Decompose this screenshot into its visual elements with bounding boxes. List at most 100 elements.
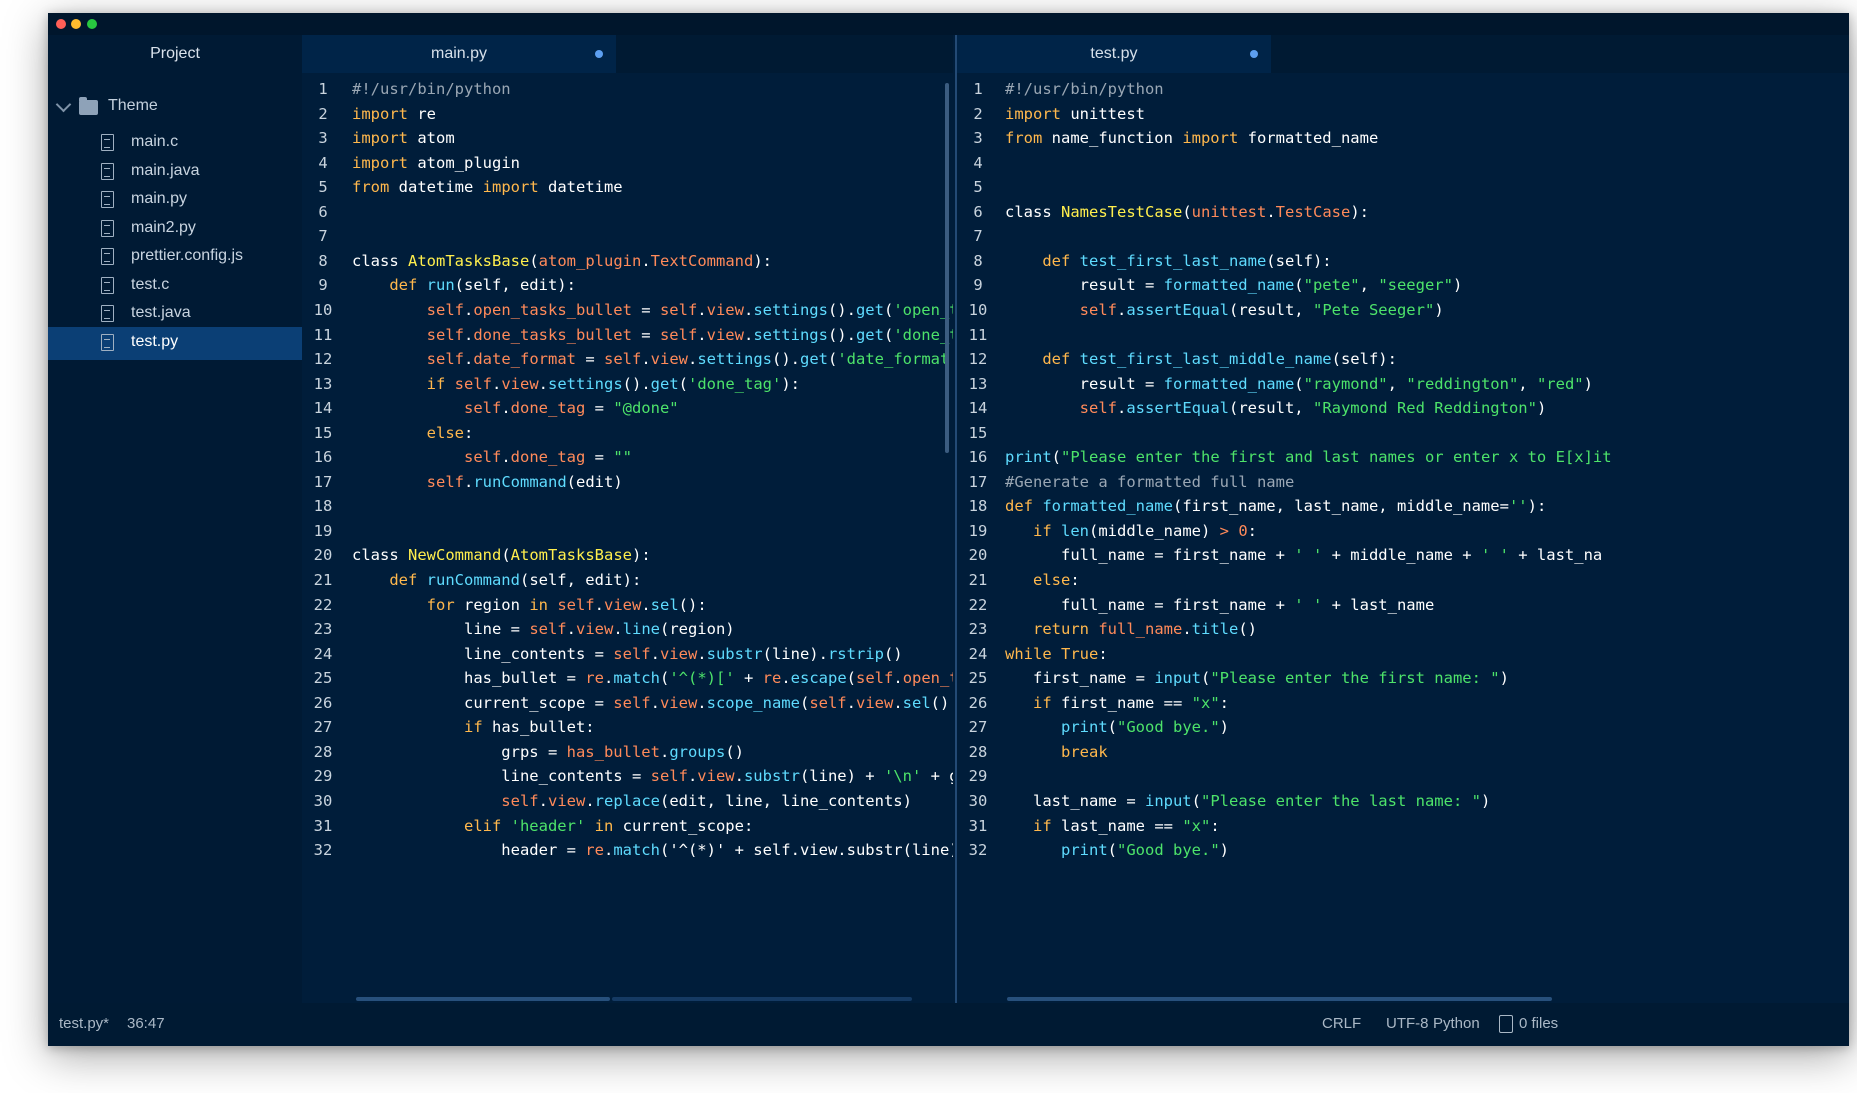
- code-line[interactable]: 20 class NewCommand(AtomTasksBase):: [302, 543, 953, 568]
- code-line[interactable]: 24 while True:: [957, 642, 1849, 667]
- code-line[interactable]: 17 #Generate a formatted full name: [957, 470, 1849, 495]
- horizontal-scrollbar[interactable]: [356, 997, 610, 1001]
- code-line[interactable]: 6 class NamesTestCase(unittest.TestCase):: [957, 200, 1849, 225]
- tab-main-py[interactable]: main.py: [302, 35, 616, 73]
- code-line[interactable]: 16 print("Please enter the first and last…: [957, 445, 1849, 470]
- code-line[interactable]: 18 def formatted_name(first_name, last_na…: [957, 494, 1849, 519]
- vertical-scrollbar[interactable]: [945, 83, 949, 453]
- code-line[interactable]: 32 print("Good bye."): [957, 838, 1849, 863]
- code-line[interactable]: 2 import unittest: [957, 102, 1849, 127]
- chevron-down-icon[interactable]: [55, 96, 72, 113]
- code-line[interactable]: 15: [957, 421, 1849, 446]
- code-line[interactable]: 23 line = self.view.line(region): [302, 617, 953, 642]
- status-encoding[interactable]: UTF-8: [1386, 1015, 1429, 1032]
- horizontal-scrollbar[interactable]: [1007, 997, 1552, 1001]
- code-line[interactable]: 17 self.runCommand(edit): [302, 470, 953, 495]
- code-line[interactable]: 13 if self.view.settings().get('done_tag…: [302, 372, 953, 397]
- tree-root-folder[interactable]: Theme: [48, 95, 302, 123]
- modified-indicator-icon[interactable]: [595, 50, 603, 58]
- code-line[interactable]: 3 from name_function import formatted_nam…: [957, 126, 1849, 151]
- editor-pane-left[interactable]: main.py 1 #!/usr/bin/python 2 import re 3 imp…: [302, 35, 953, 1003]
- tab-test-py[interactable]: test.py: [957, 35, 1271, 73]
- close-window-button[interactable]: [56, 19, 66, 29]
- status-file-name[interactable]: test.py*: [59, 1015, 109, 1032]
- code-line[interactable]: 11 self.done_tasks_bullet = self.view.se…: [302, 323, 953, 348]
- code-line[interactable]: 1 #!/usr/bin/python: [957, 77, 1849, 102]
- code-line[interactable]: 10 self.open_tasks_bullet = self.view.se…: [302, 298, 953, 323]
- code-line[interactable]: 22 for region in self.view.sel():: [302, 593, 953, 618]
- code-line[interactable]: 9 def run(self, edit):: [302, 273, 953, 298]
- code-line[interactable]: 13 result = formatted_name("raymond", "r…: [957, 372, 1849, 397]
- code-line[interactable]: 14 self.assertEqual(result, "Raymond Red…: [957, 396, 1849, 421]
- code-line[interactable]: 29 line_contents = self.view.substr(line…: [302, 764, 953, 789]
- code-line[interactable]: 18: [302, 494, 953, 519]
- code-line[interactable]: 20 full_name = first_name + ' ' + middle…: [957, 543, 1849, 568]
- code-line[interactable]: 19: [302, 519, 953, 544]
- code-line[interactable]: 6: [302, 200, 953, 225]
- code-line[interactable]: 25 first_name = input("Please enter the …: [957, 666, 1849, 691]
- code-line[interactable]: 3 import atom: [302, 126, 953, 151]
- code-token: atom_plugin: [408, 153, 520, 172]
- code-line[interactable]: 22 full_name = first_name + ' ' + last_n…: [957, 593, 1849, 618]
- code-line[interactable]: 9 result = formatted_name("pete", "seege…: [957, 273, 1849, 298]
- editor-pane-right[interactable]: test.py 1 #!/usr/bin/python 2 import unitte…: [955, 35, 1849, 1003]
- code-line[interactable]: 25 has_bullet = re.match('^(*)[' + re.es…: [302, 666, 953, 691]
- code-line[interactable]: 10 self.assertEqual(result, "Pete Seeger…: [957, 298, 1849, 323]
- maximize-window-button[interactable]: [87, 19, 97, 29]
- code-line[interactable]: 5: [957, 175, 1849, 200]
- code-line[interactable]: 12 def test_first_last_middle_name(self)…: [957, 347, 1849, 372]
- code-line[interactable]: 2 import re: [302, 102, 953, 127]
- code-token: self: [856, 669, 894, 688]
- code-line[interactable]: 24 line_contents = self.view.substr(line…: [302, 642, 953, 667]
- code-line[interactable]: 7: [302, 224, 953, 249]
- code-line[interactable]: 7: [957, 224, 1849, 249]
- code-line[interactable]: 28 grps = has_bullet.groups(): [302, 740, 953, 765]
- code-line[interactable]: 8 def test_first_last_name(self):: [957, 249, 1849, 274]
- code-line[interactable]: 31 elif 'header' in current_scope:: [302, 814, 953, 839]
- status-grammar[interactable]: Python: [1433, 1015, 1480, 1032]
- status-cursor-position[interactable]: 36:47: [127, 1015, 165, 1032]
- code-line[interactable]: 16 self.done_tag = "": [302, 445, 953, 470]
- code-line[interactable]: 26 if first_name == "x":: [957, 691, 1849, 716]
- code-line[interactable]: 29: [957, 764, 1849, 789]
- code-line[interactable]: 26 current_scope = self.view.scope_name(…: [302, 691, 953, 716]
- modified-indicator-icon[interactable]: [1250, 50, 1258, 58]
- code-line[interactable]: 8 class AtomTasksBase(atom_plugin.TextCom…: [302, 249, 953, 274]
- code-token: in: [529, 595, 558, 614]
- code-area[interactable]: 1 #!/usr/bin/python 2 import re 3 import atom…: [302, 77, 953, 1003]
- code-line[interactable]: 27 if has_bullet:: [302, 715, 953, 740]
- code-line[interactable]: 5 from datetime import datetime: [302, 175, 953, 200]
- code-token: ,: [1387, 374, 1407, 393]
- code-line[interactable]: 32 header = re.match('^(*)' + self.view.…: [302, 838, 953, 863]
- code-token: :: [463, 423, 474, 442]
- code-line[interactable]: 28 break: [957, 740, 1849, 765]
- code-line[interactable]: 12 self.date_format = self.view.settings…: [302, 347, 953, 372]
- git-files-icon[interactable]: [1499, 1015, 1513, 1033]
- code-token: self: [352, 791, 539, 810]
- code-token: self: [529, 620, 567, 639]
- line-text: def run(self, edit):: [352, 273, 576, 298]
- status-line-ending[interactable]: CRLF: [1322, 1015, 1361, 1032]
- minimize-window-button[interactable]: [71, 19, 81, 29]
- status-file-count[interactable]: 0 files: [1519, 1015, 1558, 1032]
- code-line[interactable]: 21 else:: [957, 568, 1849, 593]
- code-line[interactable]: 11: [957, 323, 1849, 348]
- editor-window: Project Theme main.c main.java main.py main…: [48, 13, 1849, 1046]
- code-line[interactable]: 4 import atom_plugin: [302, 151, 953, 176]
- code-line[interactable]: 27 print("Good bye."): [957, 715, 1849, 740]
- code-line[interactable]: 30 last_name = input("Please enter the l…: [957, 789, 1849, 814]
- code-line[interactable]: 23 return full_name.title(): [957, 617, 1849, 642]
- code-line[interactable]: 30 self.view.replace(edit, line, line_co…: [302, 789, 953, 814]
- file-item[interactable]: test.py: [48, 326, 302, 360]
- code-token: ): [1219, 841, 1229, 860]
- code-line[interactable]: 31 if last_name == "x":: [957, 814, 1849, 839]
- code-area[interactable]: 1 #!/usr/bin/python 2 import unittest 3 from …: [957, 77, 1849, 1003]
- code-line[interactable]: 4: [957, 151, 1849, 176]
- code-line[interactable]: 1 #!/usr/bin/python: [302, 77, 953, 102]
- code-line[interactable]: 19 if len(middle_name) > 0:: [957, 519, 1849, 544]
- code-line[interactable]: 21 def runCommand(self, edit):: [302, 568, 953, 593]
- code-line[interactable]: 14 self.done_tag = "@done": [302, 396, 953, 421]
- code-line[interactable]: 15 else:: [302, 421, 953, 446]
- line-text: last_name = input("Please enter the last…: [1005, 789, 1490, 814]
- code-token: class: [1005, 202, 1061, 221]
